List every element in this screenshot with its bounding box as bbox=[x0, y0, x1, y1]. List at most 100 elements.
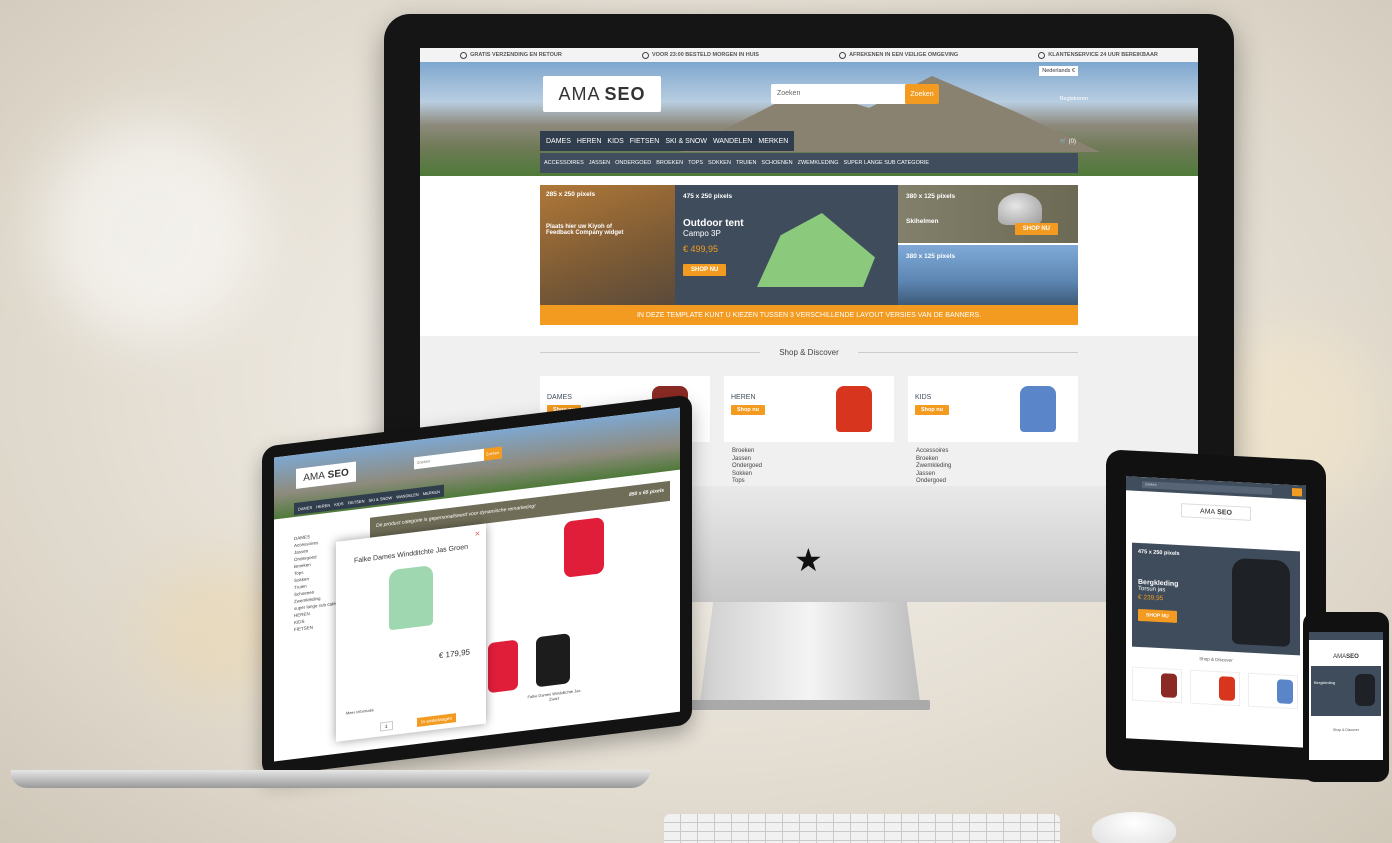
star-logo-icon: ★ bbox=[794, 541, 823, 579]
close-icon[interactable]: × bbox=[475, 528, 480, 539]
add-to-cart-button[interactable]: In winkelwagen bbox=[417, 713, 456, 727]
tablet-device: Zoeken AMA SEO 475 x 250 pixels Bergkled… bbox=[1106, 449, 1326, 781]
usp-item: AFREKENEN IN EEN VEILIGE OMGEVING bbox=[839, 51, 959, 59]
subnav-item[interactable]: SOKKEN bbox=[708, 160, 731, 166]
nav-item[interactable]: FIETSEN bbox=[630, 138, 660, 145]
cart-icon: 🛒 bbox=[1059, 139, 1067, 145]
nav-item[interactable]: WANDELEN bbox=[713, 138, 752, 145]
nav-item[interactable]: FIETSEN bbox=[348, 498, 365, 505]
shop-now-button[interactable]: Shop nu bbox=[731, 405, 765, 415]
category-link[interactable]: Broeken bbox=[916, 456, 951, 464]
category-link[interactable]: Broeken bbox=[732, 448, 762, 456]
nav-item[interactable]: SKI & SNOW bbox=[665, 138, 707, 145]
usp-text: AFREKENEN IN EEN VEILIGE OMGEVING bbox=[849, 52, 959, 58]
subnav-item[interactable]: SUPER LANGE SUB CATEGORIE bbox=[844, 160, 929, 166]
jacket-image bbox=[1355, 674, 1375, 706]
subnav-item[interactable]: ZWEMKLEDING bbox=[798, 160, 839, 166]
nav-item[interactable]: HEREN bbox=[577, 138, 602, 145]
nav-item[interactable]: DAMES bbox=[546, 138, 571, 145]
category-label: HEREN bbox=[731, 394, 756, 401]
subnav-item[interactable]: BROEKEN bbox=[656, 160, 683, 166]
product-image[interactable] bbox=[564, 517, 604, 578]
search-button[interactable]: Zoeken bbox=[905, 84, 939, 104]
logo-text-bold: SEO bbox=[1346, 654, 1359, 660]
category-link[interactable]: Tops bbox=[732, 478, 762, 486]
banner-tent[interactable]: 475 x 250 pixels Outdoor tent Campo 3P €… bbox=[675, 185, 898, 305]
search-icon[interactable] bbox=[1292, 487, 1302, 497]
shop-now-button[interactable]: SHOP NU bbox=[1014, 223, 1058, 235]
subnav-item[interactable]: SCHOENEN bbox=[761, 160, 792, 166]
usp-item: VOOR 23:00 BESTELD MORGEN IN HUIS bbox=[641, 51, 759, 59]
jacket-image bbox=[836, 386, 872, 432]
search-button[interactable]: Zoeken bbox=[484, 446, 502, 461]
category-link[interactable]: Jassen bbox=[732, 456, 762, 464]
jacket-image bbox=[1161, 673, 1177, 698]
category-link[interactable]: Ondergoed bbox=[732, 463, 762, 471]
category-link[interactable]: Accessoires bbox=[916, 448, 951, 456]
category-card[interactable] bbox=[1248, 672, 1298, 710]
imac-foot bbox=[690, 700, 930, 710]
subnav-item[interactable]: TOPS bbox=[688, 160, 703, 166]
banner-size: 850 x 65 pixels bbox=[628, 487, 664, 498]
banner-hiking[interactable]: 380 x 125 pixels bbox=[898, 245, 1078, 305]
category-link[interactable]: Sokken bbox=[732, 471, 762, 479]
banner-size: 380 x 125 pixels bbox=[906, 193, 956, 200]
nav-item[interactable]: MERKEN bbox=[423, 489, 440, 496]
logo-text: AMA bbox=[558, 83, 601, 104]
product-label[interactable]: Falke Dames Windditchte Jas Zwart bbox=[524, 687, 584, 704]
category-card-heren[interactable]: HEREN Shop nu bbox=[724, 376, 894, 442]
subnav-item[interactable]: ACCESSOIRES bbox=[544, 160, 584, 166]
nav-item[interactable]: DAMES bbox=[298, 504, 312, 511]
nav-item[interactable]: SKI & SNOW bbox=[368, 495, 392, 503]
tablet-hero-banner[interactable]: 475 x 250 pixels Bergkleding Torsun jas … bbox=[1132, 542, 1300, 656]
more-info-link[interactable]: Meer informatie bbox=[346, 707, 374, 715]
category-card[interactable] bbox=[1132, 666, 1182, 704]
shop-now-button[interactable]: Shop nu bbox=[915, 405, 949, 415]
category-card[interactable] bbox=[1190, 669, 1240, 707]
logo-text: AMA bbox=[1333, 654, 1347, 660]
site-logo[interactable]: AMASEO bbox=[543, 76, 661, 112]
mouse bbox=[1092, 812, 1176, 843]
subnav-item[interactable]: ONDERGOED bbox=[615, 160, 651, 166]
jacket-image bbox=[1277, 679, 1293, 705]
nav-item[interactable]: HEREN bbox=[316, 502, 330, 509]
category-link[interactable]: Zwemkleding bbox=[916, 463, 951, 471]
search-input[interactable]: Zoeken bbox=[414, 448, 484, 470]
banner-helmets[interactable]: 380 x 125 pixels Skihelmen SHOP NU bbox=[898, 185, 1078, 243]
logo-text-bold: SEO bbox=[604, 83, 646, 104]
check-circle-icon bbox=[460, 51, 468, 59]
nav-item[interactable]: WANDELEN bbox=[396, 491, 419, 499]
site-logo[interactable]: AMA SEO bbox=[1181, 503, 1251, 521]
search-input[interactable]: Zoeken bbox=[1142, 481, 1272, 495]
site-logo[interactable]: AMA SEO bbox=[296, 461, 356, 489]
banner-title: Outdoor tent bbox=[683, 218, 744, 229]
register-link[interactable]: Registreren bbox=[1060, 96, 1088, 102]
search-input[interactable]: Zoeken bbox=[771, 84, 907, 104]
site-logo[interactable]: AMASEO bbox=[1322, 654, 1370, 664]
subnav-item[interactable]: JASSEN bbox=[589, 160, 610, 166]
phone-hero-banner[interactable]: Bergkleding bbox=[1311, 666, 1381, 716]
quantity-input[interactable]: 1 bbox=[380, 720, 393, 732]
banner-widget[interactable]: 285 x 250 pixels Plaats hier uw Kiyoh of… bbox=[540, 185, 675, 305]
product-image[interactable] bbox=[536, 633, 570, 688]
nav-item[interactable]: KIDS bbox=[607, 138, 623, 145]
banner-text: De product categorie is gepersonaliseerd… bbox=[376, 503, 536, 530]
cart-button[interactable]: 🛒 (0) bbox=[1060, 138, 1077, 145]
language-select[interactable]: Nederlands € bbox=[1039, 66, 1078, 76]
quick-view-modal: × Falke Dames Windditchte Jas Groen € 17… bbox=[336, 523, 486, 742]
nav-item[interactable]: MERKEN bbox=[758, 138, 788, 145]
usp-item: GRATIS VERZENDING EN RETOUR bbox=[460, 51, 562, 59]
category-link[interactable]: Ondergoed bbox=[916, 478, 951, 486]
product-image[interactable] bbox=[488, 639, 518, 694]
shop-now-button[interactable]: SHOP NU bbox=[1138, 608, 1177, 623]
phone-topbar bbox=[1309, 632, 1383, 640]
laptop-site: AMA SEO Zoeken Zoeken DAMES HEREN KIDS F… bbox=[274, 407, 680, 762]
usp-text: VOOR 23:00 BESTELD MORGEN IN HUIS bbox=[651, 52, 759, 58]
shop-now-button[interactable]: SHOP NU bbox=[683, 264, 727, 276]
phone-device: AMASEO Bergkleding Shop & Discover bbox=[1303, 612, 1389, 782]
category-card-kids[interactable]: KIDS Shop nu bbox=[908, 376, 1078, 442]
category-link[interactable]: Jassen bbox=[916, 471, 951, 479]
category-label: DAMES bbox=[547, 394, 572, 401]
subnav-item[interactable]: TRUIEN bbox=[736, 160, 756, 166]
nav-item[interactable]: KIDS bbox=[334, 500, 343, 506]
